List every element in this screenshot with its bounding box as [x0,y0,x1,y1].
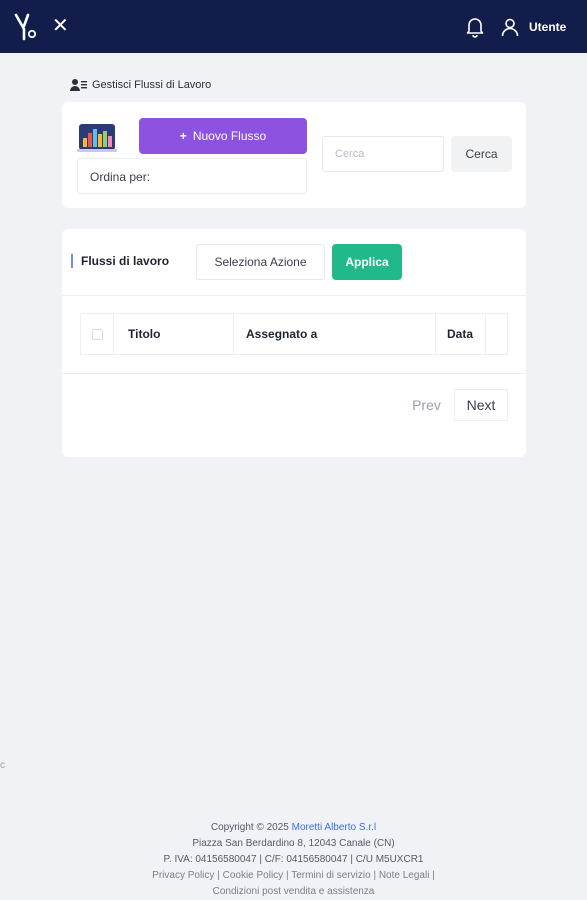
next-page-button[interactable]: Next [454,389,508,421]
footer-links: Privacy Policy | Cookie Policy | Termini… [0,868,587,884]
workflows-card: Flussi di lavoro Seleziona Azione Applic… [62,229,526,457]
users-icon [70,79,87,91]
footer-separator: | [432,870,435,881]
select-action-dropdown[interactable]: Seleziona Azione [196,244,325,280]
page-title-text: Gestisci Flussi di Lavoro [92,79,212,91]
close-icon[interactable]: ✕ [52,15,69,37]
column-header-assigned[interactable]: Assegnato a [234,314,436,354]
divider [62,295,526,296]
sort-select[interactable]: Ordina per: [77,158,307,194]
user-label: Utente [529,20,567,34]
table-header: Titolo Assegnato a Data [80,313,508,355]
page-title: Gestisci Flussi di Lavoro [70,78,211,92]
section-title: Flussi di lavoro [71,254,169,268]
footer-link-legal[interactable]: Note Legali [379,870,430,881]
new-flow-button[interactable]: + Nuovo Flusso [139,118,307,154]
footer-company-link[interactable]: Moretti Alberto S.r.l [292,822,376,833]
footer-link-privacy[interactable]: Privacy Policy [152,870,214,881]
footer-separator: | [285,870,289,881]
logo-icon[interactable] [14,12,38,42]
search-input[interactable] [322,136,444,172]
select-all-checkbox[interactable] [91,328,103,340]
new-flow-label: Nuovo Flusso [192,129,267,143]
search-button[interactable]: Cerca [451,136,512,172]
footer-copyright-line: Copyright © 2025 Moretti Alberto S.r.l [0,820,587,836]
plus-icon: + [179,129,187,143]
user-menu[interactable]: Utente [500,14,566,40]
actions-card: + Nuovo Flusso Ordina per: Cerca [62,102,526,208]
user-icon [501,18,519,37]
column-header-date[interactable]: Data [436,314,486,354]
column-header-actions [486,314,507,354]
divider [62,373,526,374]
footer-separator: | [217,870,220,881]
column-header-title[interactable]: Titolo [114,314,234,354]
bell-icon[interactable] [465,16,485,38]
footer-link-terms[interactable]: Termini di servizio [291,870,370,881]
chart-icon [77,124,117,152]
footer-conditions-line: Condizioni post vendita e assistenza [0,884,587,900]
apply-button[interactable]: Applica [332,244,402,280]
footer-address: Piazza San Berdardino 8, 12043 Canale (C… [192,838,395,849]
top-navbar: ✕ Utente [0,0,587,53]
sort-label: Ordina per: [90,170,151,184]
footer-separator: | [373,870,377,881]
footer-link-conditions[interactable]: Condizioni post vendita e assistenza [213,886,375,897]
footer-copyright: Copyright © 2025 [210,822,289,833]
footer-link-cookie[interactable]: Cookie Policy [223,870,284,881]
footer-tax-info: P. IVA: 04156580047 | C/F: 04156580047 |… [163,854,424,865]
edge-mark: c [0,760,5,771]
prev-page-button[interactable]: Prev [404,389,449,421]
footer: Copyright © 2025 Moretti Alberto S.r.l P… [0,820,587,900]
select-all-cell [81,314,114,354]
